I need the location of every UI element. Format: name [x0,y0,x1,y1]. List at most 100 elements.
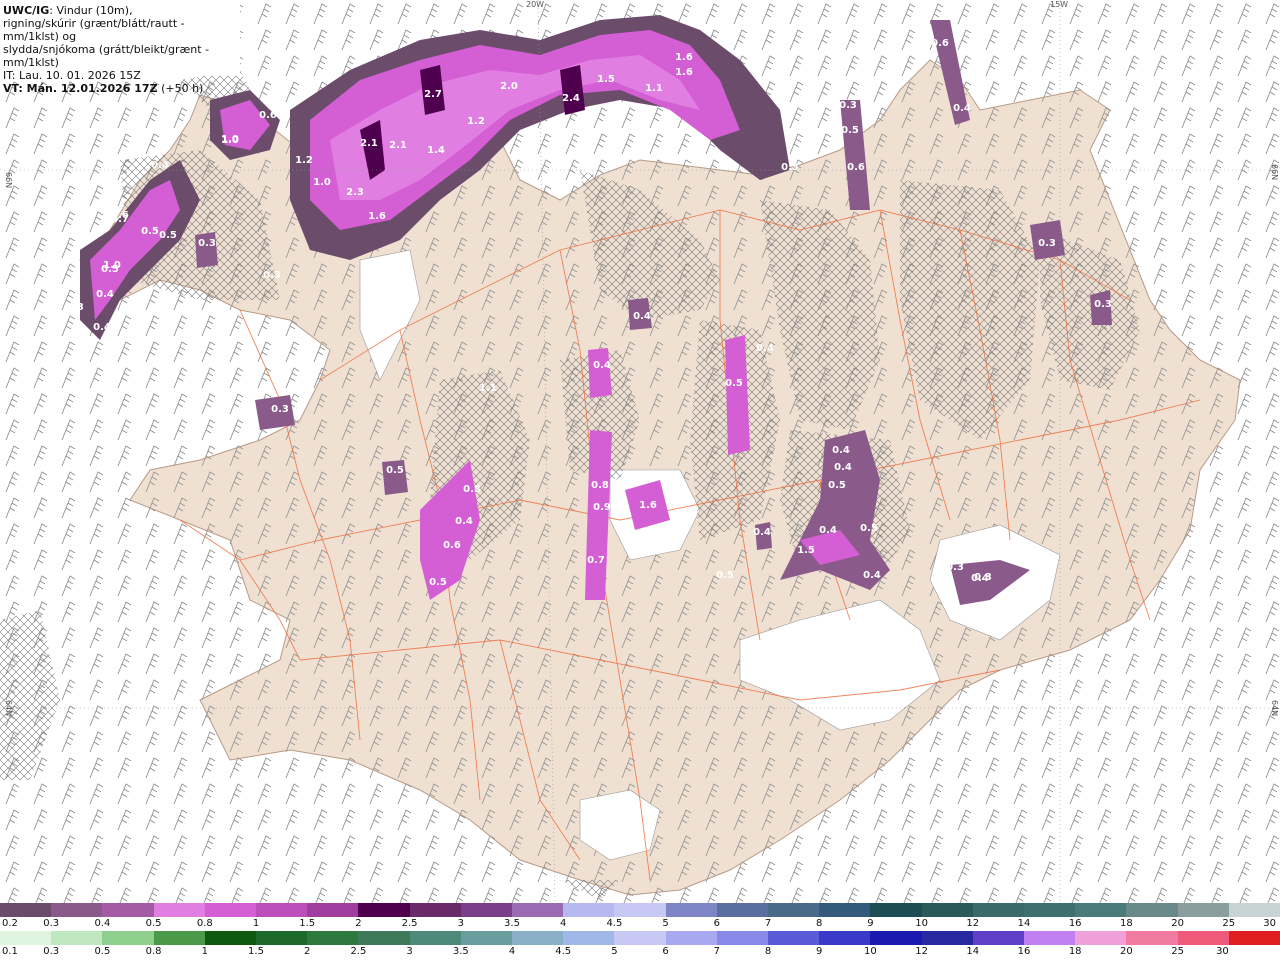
legend-tick-label: 2 [304,946,311,957]
legend-tick-label: 6 [713,918,720,929]
precip-value-label: 1.4 [427,145,445,156]
legend-tick-label: 0.5 [145,918,162,929]
precip-value-label: 2.3 [346,187,364,198]
precip-value-label: 1.6 [675,67,693,78]
legend-tick-label: 0.4 [94,918,111,929]
precip-value-label: 1.5 [797,545,815,556]
precip-value-label: 0.5 [841,125,859,136]
precip-value-label: 1.5 [597,74,615,85]
legend-swatch [921,903,973,917]
legend-tick-label: 3.5 [452,946,469,957]
legend-swatch [51,931,103,945]
legend-tick-label: 14 [966,946,980,957]
precip-value-label: 0.7 [587,555,605,566]
init-time: IT: Lau. 10. 01. 2026 15Z [3,69,141,82]
precip-value-label: 1.6 [675,52,693,63]
legend-swatch [1075,903,1127,917]
legend-tick-label: 4.5 [555,946,572,957]
precip-value-label: 0.4 [953,103,971,114]
legend-tick-label: 12 [966,918,980,929]
legend-swatch [460,903,513,917]
precip-value-label: 1.1 [479,383,497,394]
legend-swatch [51,903,103,917]
precip-value-label: 2.0 [500,81,518,92]
legend-swatch [307,903,359,917]
precip-value-label: 1.6 [639,500,657,511]
legend-swatch [1126,903,1178,917]
precip-value-label: 0.4 [756,343,774,354]
precip-value-label: 2.1 [389,140,407,151]
legend-tick-label: 30 [1216,946,1229,957]
precip-value-label: 0.3 [946,562,964,573]
precip-value-label: 0.4 [593,360,611,371]
legend-swatch [1177,903,1229,917]
precip-value-label: 0.4 [151,160,169,171]
map-canvas: 20W 15W 66N 66N 64N 64N 1.0 0.6 1.0 0.6 0.4 0… [0,0,1280,903]
legend-tick-label: 16 [1017,946,1031,957]
legend-swatch [409,903,461,917]
precip-value-label: 0.4 [832,445,850,456]
legend-tick-label: 25 [1222,918,1236,929]
legend-tick-label: 18 [1068,946,1082,957]
legend-snow-labels: 0.2 0.3 0.4 0.5 0.8 1 1.5 2 2.5 3 3.5 4 4.5 5 6 7 8 9 10 12… [0,918,1280,930]
legend-swatch [1228,903,1280,917]
precip-value-label: 0.3 [198,238,216,249]
precip-value-label: 0.3 [1094,299,1112,310]
legend-swatch [0,931,52,945]
legend-tick-label: 3 [406,946,413,957]
precip-value-label: 0.4 [834,462,852,473]
lead-time: (+50 h) [161,82,204,95]
precip-value-label: 0.3 [271,404,289,415]
precip-value-label: 0.5 [159,230,177,241]
precip-value-label: 1.0 [313,177,331,188]
precip-value-label: 0.5 [141,226,159,237]
legend-tick-label: 0.3 [43,946,60,957]
precip-value-label: 0.8 [591,480,609,491]
legend-tick-label: 4 [508,946,516,957]
precip-value-label: 1.1 [645,83,663,94]
precip-value-label: 0.3 [463,484,481,495]
legend-tick-label: 30 [1263,918,1276,929]
legend-tick-label: 2 [355,918,362,929]
legend-swatch [1024,903,1076,917]
precip-value-label: 0.4 [633,311,651,322]
legend-tick-label: 20 [1120,946,1133,957]
legend-tick-label: 2.5 [350,946,367,957]
legend-swatch [716,903,769,917]
legend-tick-label: 1.5 [248,946,264,957]
title-line-rain: rigning/skúrir (grænt/blátt/rautt - mm/1… [3,17,185,43]
legend-tick-label: 3.5 [504,918,520,929]
legend-swatch [870,931,922,945]
legend-swatch [102,903,154,917]
legend-swatch [614,931,666,945]
precip-value-label: 0.4 [96,289,114,300]
legend-tick-label: 0.8 [145,946,162,957]
precip-value-label: 0.5 [101,264,119,275]
precip-value-label: 0.6 [847,162,865,173]
legend-swatch [1024,931,1076,945]
legend-tick-label: 12 [915,946,928,957]
legend-tick-label: 14 [1017,918,1031,929]
legend-tick-label: 20 [1171,918,1184,929]
legend-tick-label: 6 [662,946,669,957]
precip-value-label: 0.4 [971,573,989,584]
legend-swatch [460,931,513,945]
precip-value-label: 2.1 [360,138,378,149]
legend-swatch [1126,931,1178,945]
precip-value-label: 0.4 [753,527,771,538]
precip-value-label: 0.6 [259,110,277,121]
precip-value-label: 0.5 [429,577,447,588]
precip-value-label: 1.2 [467,116,485,127]
graticule-label: 20W [526,0,544,9]
legend-swatch [768,903,820,917]
legend-tick-label: 1 [201,946,208,957]
valid-time: VT: Mán. 12.01.2026 17Z [3,82,158,95]
precip-value-label: 2.7 [424,89,442,100]
precip-value-label: 1.0 [221,135,239,146]
precip-value-label: 0.4 [455,516,473,527]
legend-tick-label: 3 [457,918,464,929]
precip-value-label: 0.7 [111,214,129,225]
precip-value-label: 0.3 [781,162,799,173]
legend-swatch [204,903,257,917]
legend-swatch [102,931,154,945]
